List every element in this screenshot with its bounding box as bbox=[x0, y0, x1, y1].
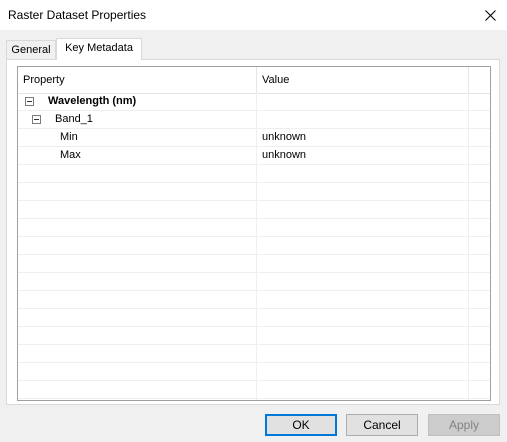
empty-row bbox=[18, 309, 490, 327]
close-button[interactable] bbox=[473, 0, 507, 30]
empty-row bbox=[18, 255, 490, 273]
ok-button[interactable]: OK bbox=[265, 414, 337, 436]
property-label: Min bbox=[60, 131, 78, 143]
tab-key-metadata[interactable]: Key Metadata bbox=[56, 38, 142, 60]
empty-row bbox=[18, 165, 490, 183]
column-header-property[interactable]: Property bbox=[18, 67, 257, 93]
property-label: Wavelength (nm) bbox=[48, 95, 137, 107]
table-row[interactable]: Wavelength (nm) bbox=[18, 93, 490, 111]
empty-row bbox=[18, 345, 490, 363]
empty-cell bbox=[18, 237, 257, 254]
empty-cell bbox=[18, 309, 257, 326]
column-header-value[interactable]: Value bbox=[257, 67, 469, 93]
property-grid: Property Value Wavelength (nm) Band_1 Mi… bbox=[17, 66, 491, 401]
empty-row bbox=[18, 237, 490, 255]
empty-cell bbox=[257, 345, 469, 362]
empty-cell bbox=[257, 381, 469, 398]
empty-cell bbox=[18, 345, 257, 362]
empty-cell bbox=[257, 309, 469, 326]
value-cell: unknown bbox=[257, 129, 469, 146]
cancel-button[interactable]: Cancel bbox=[346, 414, 418, 436]
value-cell: unknown bbox=[257, 147, 469, 164]
table-row[interactable]: Min unknown bbox=[18, 129, 490, 147]
empty-cell bbox=[257, 399, 469, 400]
empty-cell bbox=[18, 363, 257, 380]
collapse-icon[interactable] bbox=[25, 97, 34, 106]
grid-rows: Wavelength (nm) Band_1 Min unknown Max u… bbox=[18, 93, 490, 400]
empty-row bbox=[18, 327, 490, 345]
empty-row bbox=[18, 399, 490, 400]
table-row[interactable]: Band_1 bbox=[18, 111, 490, 129]
window-title: Raster Dataset Properties bbox=[8, 8, 147, 22]
empty-row bbox=[18, 291, 490, 309]
empty-cell bbox=[18, 381, 257, 398]
property-cell: Band_1 bbox=[18, 111, 257, 128]
empty-cell bbox=[257, 363, 469, 380]
close-icon bbox=[484, 9, 496, 21]
empty-cell bbox=[257, 255, 469, 272]
empty-cell bbox=[18, 291, 257, 308]
empty-cell bbox=[18, 273, 257, 290]
empty-row bbox=[18, 183, 490, 201]
empty-cell bbox=[18, 255, 257, 272]
grid-header: Property Value bbox=[18, 67, 490, 94]
tab-panel: Property Value Wavelength (nm) Band_1 Mi… bbox=[6, 59, 500, 405]
empty-cell bbox=[18, 327, 257, 344]
empty-cell bbox=[18, 183, 257, 200]
empty-cell bbox=[257, 327, 469, 344]
empty-row bbox=[18, 219, 490, 237]
collapse-icon[interactable] bbox=[32, 115, 41, 124]
property-cell: Max bbox=[18, 147, 257, 164]
empty-cell bbox=[257, 291, 469, 308]
empty-cell bbox=[18, 165, 257, 182]
empty-row bbox=[18, 363, 490, 381]
empty-cell bbox=[257, 165, 469, 182]
empty-row bbox=[18, 273, 490, 291]
property-cell: Wavelength (nm) bbox=[18, 93, 257, 110]
empty-row bbox=[18, 381, 490, 399]
property-label: Max bbox=[60, 149, 81, 161]
empty-cell bbox=[257, 273, 469, 290]
empty-row bbox=[18, 201, 490, 219]
tab-general[interactable]: General bbox=[6, 40, 56, 59]
value-cell bbox=[257, 93, 469, 110]
empty-cell bbox=[257, 219, 469, 236]
apply-button[interactable]: Apply bbox=[428, 414, 500, 436]
empty-cell bbox=[18, 399, 257, 400]
empty-cell bbox=[18, 219, 257, 236]
property-cell: Min bbox=[18, 129, 257, 146]
empty-cell bbox=[257, 183, 469, 200]
property-label: Band_1 bbox=[55, 113, 93, 125]
empty-cell bbox=[257, 201, 469, 218]
empty-cell bbox=[18, 201, 257, 218]
table-row[interactable]: Max unknown bbox=[18, 147, 490, 165]
empty-cell bbox=[257, 237, 469, 254]
value-cell bbox=[257, 111, 469, 128]
title-bar: Raster Dataset Properties bbox=[0, 0, 507, 30]
